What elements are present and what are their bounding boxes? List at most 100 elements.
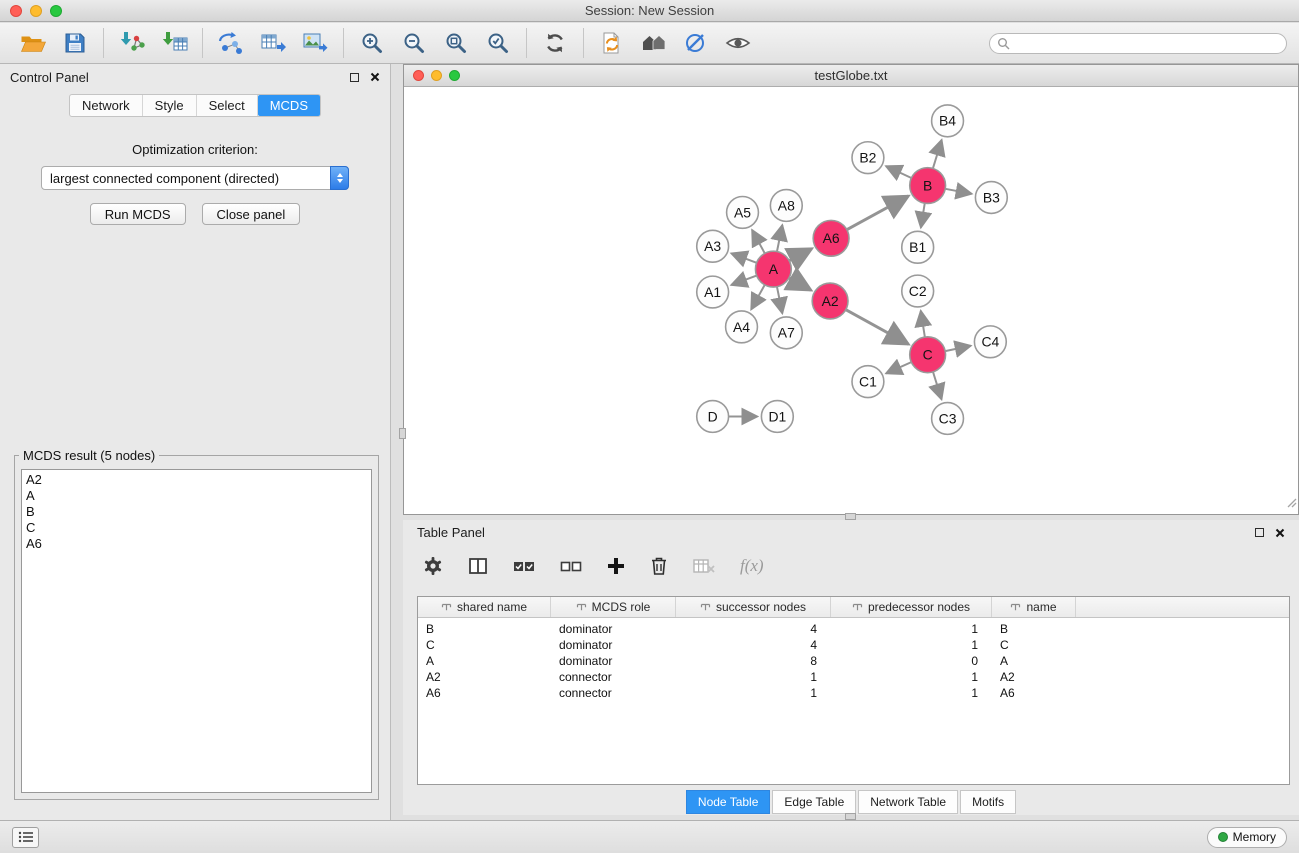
show-columns-button[interactable] — [468, 557, 488, 575]
zoom-in-button[interactable] — [351, 27, 393, 59]
tab-node-table[interactable]: Node Table — [686, 790, 771, 814]
save-session-button[interactable] — [54, 27, 96, 59]
tab-select[interactable]: Select — [197, 95, 258, 116]
float-panel-button[interactable] — [350, 73, 359, 82]
annotation-toggle-button[interactable] — [675, 27, 717, 59]
node-B4[interactable]: B4 — [932, 105, 964, 137]
open-session-button[interactable] — [12, 27, 54, 59]
node-D[interactable]: D — [697, 401, 729, 433]
edge-A-A6[interactable] — [789, 249, 812, 261]
result-item-b[interactable]: B — [26, 504, 367, 520]
edge-A-A4[interactable] — [751, 285, 765, 310]
export-network-button[interactable] — [210, 27, 252, 59]
export-image-button[interactable] — [294, 27, 336, 59]
export-table-button[interactable] — [252, 27, 294, 59]
tab-network[interactable]: Network — [70, 95, 143, 116]
import-network-button[interactable] — [111, 27, 153, 59]
horizontal-resize-handle[interactable] — [845, 513, 856, 520]
close-panel-icon-button[interactable] — [370, 72, 380, 82]
node-B1[interactable]: B1 — [902, 231, 934, 263]
column-header-mcds-role[interactable]: MCDS role — [551, 597, 676, 617]
tab-edge-table[interactable]: Edge Table — [772, 790, 856, 814]
edge-A2-C[interactable] — [846, 310, 909, 345]
vertical-resize-handle[interactable] — [399, 428, 406, 439]
result-item-a2[interactable]: A2 — [26, 472, 367, 488]
node-A8[interactable]: A8 — [770, 190, 802, 222]
result-item-c[interactable]: C — [26, 520, 367, 536]
node-A3[interactable]: A3 — [697, 230, 729, 262]
network-minimize-button[interactable] — [431, 70, 442, 81]
edge-A-A1[interactable] — [731, 276, 756, 285]
result-item-a6[interactable]: A6 — [26, 536, 367, 552]
edge-C-C1[interactable] — [886, 362, 911, 373]
table-row-b[interactable]: Bdominator41B — [418, 621, 1289, 637]
minimize-window-button[interactable] — [30, 5, 42, 17]
edge-A-A3[interactable] — [731, 253, 756, 262]
run-mcds-button[interactable]: Run MCDS — [90, 203, 186, 225]
edge-C-C2[interactable] — [921, 311, 925, 337]
table-row-c[interactable]: Cdominator41C — [418, 637, 1289, 653]
swap-document-button[interactable] — [591, 27, 633, 59]
task-history-button[interactable] — [12, 827, 39, 848]
network-window-titlebar[interactable]: testGlobe.txt — [404, 65, 1298, 87]
delete-rows-button[interactable] — [650, 556, 668, 576]
optimization-criterion-dropdown[interactable]: largest connected component (directed) — [41, 166, 349, 190]
network-close-button[interactable] — [413, 70, 424, 81]
node-A[interactable]: A — [755, 251, 791, 287]
deselect-all-rows-button[interactable] — [560, 559, 582, 574]
edge-B-B1[interactable] — [921, 203, 925, 227]
table-row-a2[interactable]: A2connector11A2 — [418, 669, 1289, 685]
node-A7[interactable]: A7 — [770, 317, 802, 349]
import-table-button[interactable] — [153, 27, 195, 59]
function-builder-icon[interactable]: f(x) — [740, 556, 764, 576]
node-C2[interactable]: C2 — [902, 275, 934, 307]
column-header-predecessor-nodes[interactable]: predecessor nodes — [831, 597, 992, 617]
edge-B-B2[interactable] — [886, 166, 911, 178]
node-A2[interactable]: A2 — [812, 283, 848, 319]
node-D1[interactable]: D1 — [761, 401, 793, 433]
result-item-a[interactable]: A — [26, 488, 367, 504]
column-header-name[interactable]: name — [992, 597, 1076, 617]
edge-A-A2[interactable] — [789, 278, 811, 290]
memory-button[interactable]: Memory — [1207, 827, 1287, 848]
close-panel-button[interactable]: Close panel — [202, 203, 301, 225]
node-C[interactable]: C — [910, 337, 946, 373]
resize-corner-handle[interactable] — [1285, 495, 1297, 513]
search-input[interactable] — [1014, 36, 1279, 50]
node-C4[interactable]: C4 — [974, 326, 1006, 358]
delete-table-button[interactable] — [693, 558, 715, 574]
edge-A-A7[interactable] — [777, 287, 782, 314]
network-view[interactable]: B4B2BB3A8A5A6A3B1AC2A1A2A4A7C4CC1C3DD1 — [406, 88, 1296, 512]
column-header-shared-name[interactable]: shared name — [418, 597, 551, 617]
edge-C-C4[interactable] — [945, 346, 971, 351]
zoom-window-button[interactable] — [50, 5, 62, 17]
zoom-out-button[interactable] — [393, 27, 435, 59]
network-zoom-button[interactable] — [449, 70, 460, 81]
edge-B-B3[interactable] — [945, 189, 971, 194]
zoom-selected-button[interactable] — [477, 27, 519, 59]
close-table-panel-button[interactable] — [1275, 528, 1285, 538]
node-C1[interactable]: C1 — [852, 366, 884, 398]
table-row-a6[interactable]: A6connector11A6 — [418, 685, 1289, 701]
node-A4[interactable]: A4 — [726, 311, 758, 343]
node-B2[interactable]: B2 — [852, 142, 884, 174]
network-canvas[interactable]: B4B2BB3A8A5A6A3B1AC2A1A2A4A7C4CC1C3DD1 — [406, 88, 1296, 512]
edge-A-A5[interactable] — [752, 230, 765, 253]
zoom-fit-button[interactable] — [435, 27, 477, 59]
edge-A6-B[interactable] — [847, 196, 909, 230]
node-A6[interactable]: A6 — [813, 220, 849, 256]
float-table-panel-button[interactable] — [1255, 528, 1264, 537]
tab-style[interactable]: Style — [143, 95, 197, 116]
table-settings-button[interactable] — [423, 556, 443, 576]
mcds-result-list[interactable]: A2ABCA6 — [21, 469, 372, 793]
edge-C-C3[interactable] — [933, 372, 942, 400]
horizontal-resize-handle[interactable] — [845, 813, 856, 820]
tab-mcds[interactable]: MCDS — [258, 95, 320, 116]
column-header-successor-nodes[interactable]: successor nodes — [676, 597, 831, 617]
node-B3[interactable]: B3 — [975, 182, 1007, 214]
edge-B-B4[interactable] — [933, 140, 942, 169]
edge-A-A8[interactable] — [777, 225, 782, 252]
node-C3[interactable]: C3 — [932, 403, 964, 435]
select-all-rows-button[interactable] — [513, 559, 535, 574]
node-A5[interactable]: A5 — [727, 196, 759, 228]
